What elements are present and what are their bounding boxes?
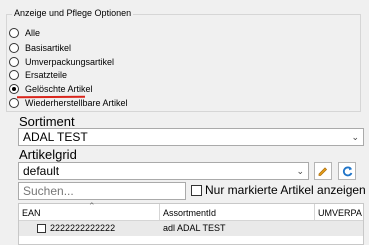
column-header-assortmentid[interactable]: AssortmentId (160, 204, 315, 221)
radio-basisartikel[interactable]: Basisartikel (9, 41, 71, 54)
radio-wiederherstellbare-artikel[interactable]: Wiederherstellbare Artikel (9, 96, 128, 109)
column-label: UMVERPA (318, 208, 362, 218)
edit-grid-button[interactable] (314, 162, 332, 180)
radio-label: Gelöschte Artikel (25, 83, 93, 94)
article-grid[interactable]: EAN ⌃ AssortmentId UMVERPA 2222222222222… (18, 201, 365, 245)
cell-assortmentid: adl ADAL TEST (163, 223, 226, 233)
radio-label: Alle (25, 27, 41, 38)
sort-up-icon: ⌃ (88, 201, 96, 211)
chevron-down-icon[interactable]: ⌄ (296, 166, 304, 177)
sortiment-dropdown[interactable]: ADAL TEST ⌄ (18, 128, 364, 146)
only-marked-checkbox[interactable] (191, 185, 202, 196)
sortiment-value: ADAL TEST (23, 130, 88, 144)
radio-alle[interactable]: Alle (9, 26, 40, 39)
pencil-icon (318, 167, 328, 176)
refresh-button[interactable] (338, 162, 356, 180)
column-header-umverpa[interactable]: UMVERPA (315, 204, 365, 221)
column-label: EAN (22, 208, 41, 218)
radio-circle[interactable] (9, 42, 19, 53)
options-group-legend: Anzeige und Pflege Optionen (12, 8, 134, 18)
column-label: AssortmentId (163, 208, 217, 218)
radio-circle[interactable] (9, 56, 19, 67)
row-checkbox[interactable] (37, 224, 46, 233)
radio-circle[interactable] (9, 97, 19, 108)
only-marked-label: Nur markierte Artikel anzeigen (205, 183, 366, 197)
search-placeholder: Suchen... (23, 184, 74, 198)
grid-header: EAN ⌃ AssortmentId UMVERPA (19, 201, 365, 221)
radio-circle-selected[interactable] (9, 83, 19, 94)
table-row[interactable]: 2222222222222 adl ADAL TEST (19, 221, 363, 236)
radio-label: Ersatzteile (25, 69, 68, 80)
refresh-icon (342, 166, 352, 176)
radio-circle[interactable] (9, 27, 19, 38)
radio-umverpackungsartikel[interactable]: Umverpackungsartikel (9, 55, 114, 68)
radio-label: Umverpackungsartikel (25, 56, 115, 67)
sortiment-label: Sortiment (19, 114, 75, 129)
artikelgrid-dropdown[interactable]: default ⌄ (18, 162, 309, 180)
radio-ersatzteile[interactable]: Ersatzteile (9, 68, 67, 81)
radio-geloeschte-artikel[interactable]: Gelöschte Artikel (9, 82, 93, 95)
chevron-down-icon[interactable]: ⌄ (351, 132, 359, 143)
radio-label: Basisartikel (25, 42, 72, 53)
radio-circle[interactable] (9, 69, 19, 80)
radio-label: Wiederherstellbare Artikel (25, 97, 128, 108)
artikelgrid-value: default (23, 164, 60, 178)
search-input[interactable]: Suchen... (18, 182, 186, 200)
artikelgrid-label: Artikelgrid (19, 147, 77, 162)
cell-ean: 2222222222222 (50, 223, 116, 233)
